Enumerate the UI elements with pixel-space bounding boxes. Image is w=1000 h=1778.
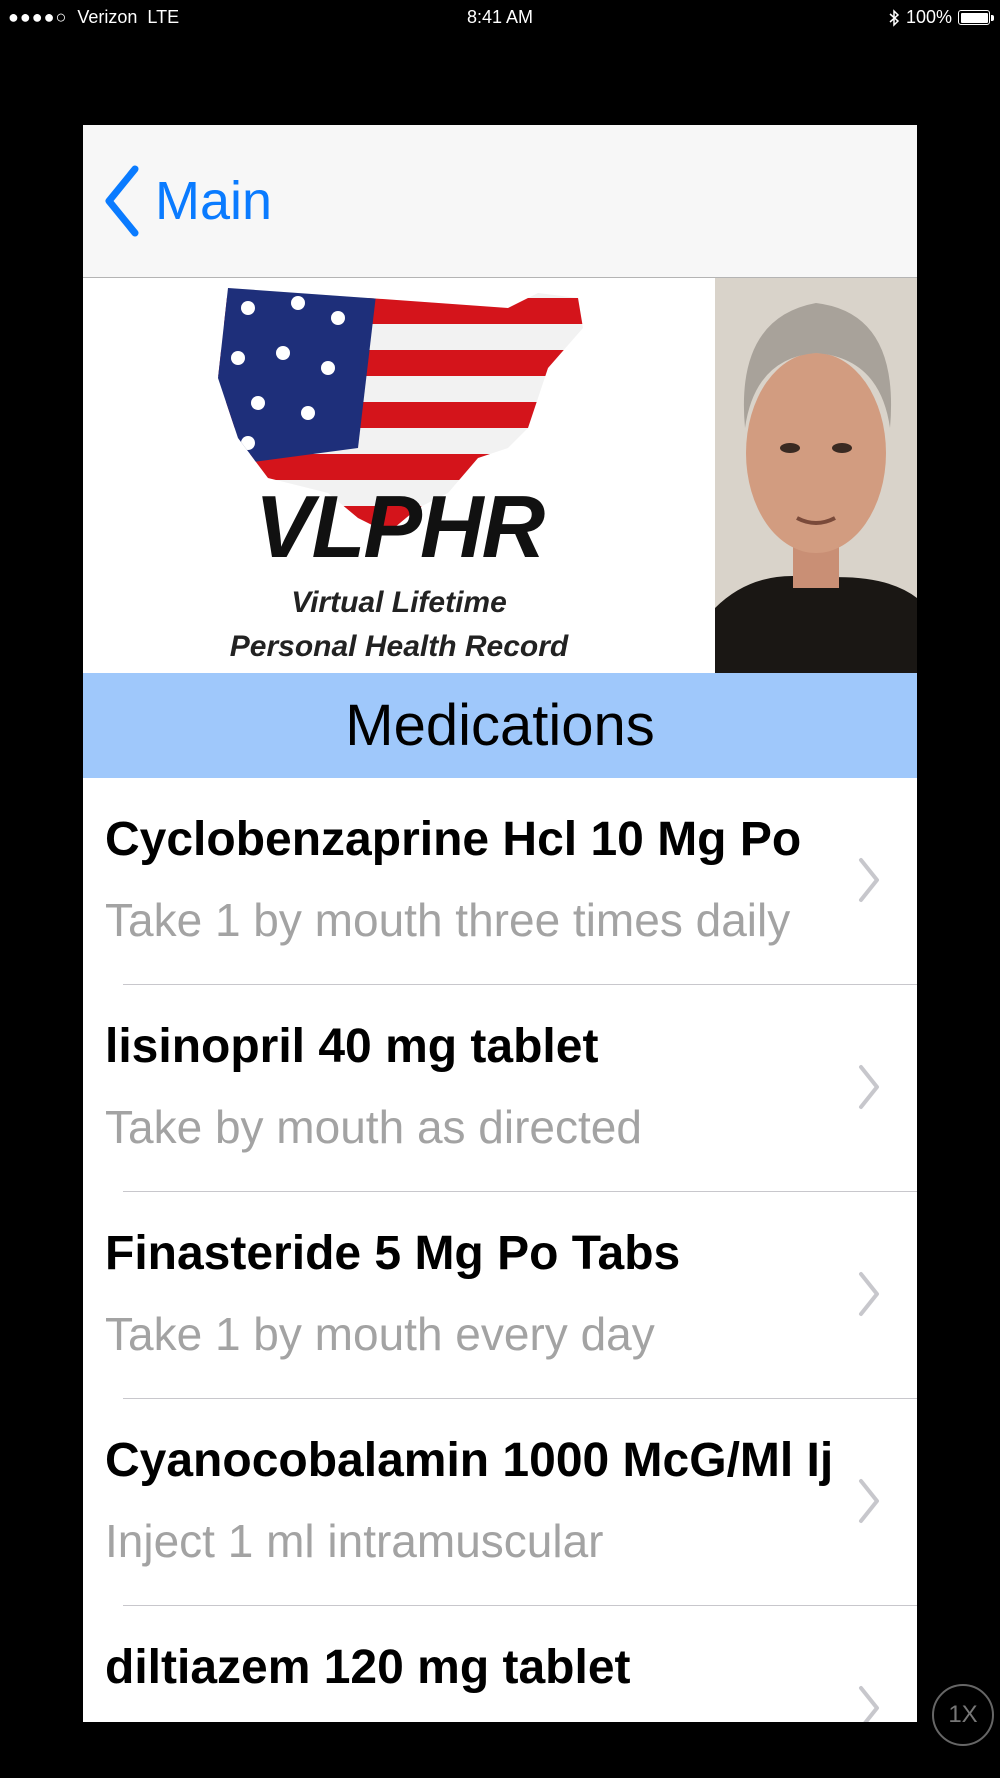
battery-percent: 100% bbox=[905, 7, 952, 27]
navigation-bar: Main bbox=[83, 125, 917, 278]
medication-name: lisinopril 40 mg tablet bbox=[105, 1020, 599, 1073]
chevron-right-icon bbox=[859, 1479, 879, 1523]
medication-name: Cyclobenzaprine Hcl 10 Mg Po bbox=[105, 813, 802, 866]
chevron-right-icon bbox=[859, 1272, 879, 1316]
list-item[interactable]: lisinopril 40 mg tablet Take by mouth as… bbox=[83, 985, 917, 1192]
chevron-right-icon bbox=[859, 1065, 879, 1109]
medication-instructions: Inject 1 ml intramuscular bbox=[105, 1515, 604, 1567]
clock: 8:41 AM bbox=[466, 7, 534, 27]
medication-name: diltiazem 120 mg tablet bbox=[105, 1641, 631, 1694]
medication-instructions: Take by mouth as directed bbox=[105, 1101, 642, 1153]
back-button[interactable]: Main bbox=[103, 165, 272, 237]
logo-title: VLPHR bbox=[254, 477, 545, 576]
status-bar: ●●●●○ Verizon LTE 8:41 AM 100% bbox=[0, 0, 1000, 36]
list-item[interactable]: diltiazem 120 mg tablet bbox=[83, 1606, 917, 1722]
avatar bbox=[715, 278, 917, 673]
battery-icon bbox=[958, 10, 994, 25]
medications-list: Cyclobenzaprine Hcl 10 Mg Po Take 1 by m… bbox=[83, 778, 917, 1722]
header-banner: VLPHR Virtual Lifetime Personal Health R… bbox=[83, 278, 917, 673]
app-window: Main VLPHR Virtual Lifetime Personal Hea… bbox=[83, 125, 917, 1722]
list-item[interactable]: Finasteride 5 Mg Po Tabs Take 1 by mouth… bbox=[83, 1192, 917, 1399]
medication-instructions: Take 1 by mouth every day bbox=[105, 1308, 655, 1360]
medication-name: Cyanocobalamin 1000 McG/Ml Ij bbox=[105, 1434, 834, 1487]
logo-subtitle-line2: Personal Health Record bbox=[229, 630, 569, 663]
list-item[interactable]: Cyclobenzaprine Hcl 10 Mg Po Take 1 by m… bbox=[83, 778, 917, 985]
chevron-right-icon bbox=[859, 1686, 879, 1722]
list-item[interactable]: Cyanocobalamin 1000 McG/Ml Ij Inject 1 m… bbox=[83, 1399, 917, 1606]
status-bar-right: 100% bbox=[888, 7, 994, 28]
zoom-button[interactable]: 1X bbox=[932, 1684, 994, 1746]
chevron-right-icon bbox=[859, 858, 879, 902]
profile-photo bbox=[715, 278, 917, 673]
back-button-label: Main bbox=[155, 171, 273, 231]
bluetooth-icon bbox=[889, 8, 900, 27]
vlphr-logo: VLPHR Virtual Lifetime Personal Health R… bbox=[83, 278, 715, 673]
chevron-left-icon bbox=[105, 165, 139, 237]
medication-name: Finasteride 5 Mg Po Tabs bbox=[105, 1227, 681, 1280]
medication-instructions: Take 1 by mouth three times daily bbox=[105, 894, 791, 946]
logo-subtitle-line1: Virtual Lifetime bbox=[291, 586, 507, 619]
medications-header: Medications bbox=[83, 673, 917, 778]
